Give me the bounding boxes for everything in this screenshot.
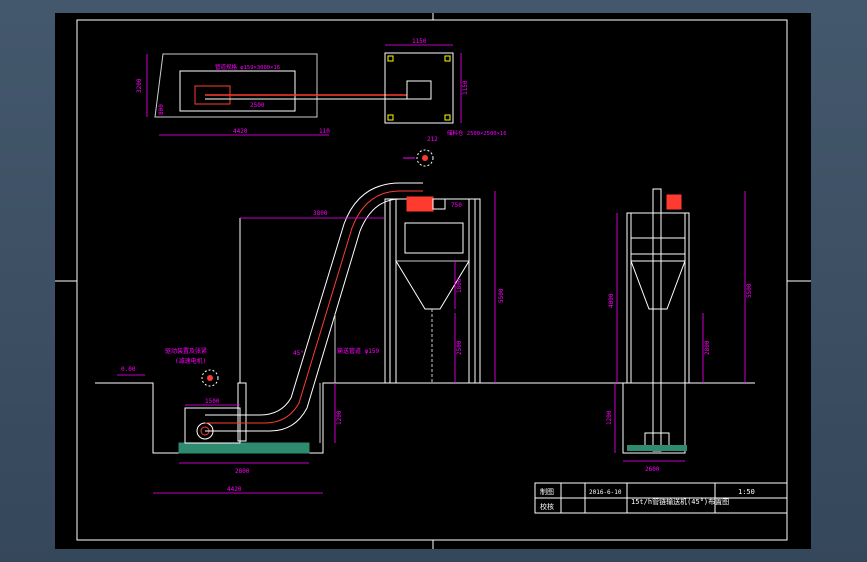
side-dim-pit-text: 1200 [606,410,613,425]
side-drive-base [644,432,670,448]
plan-hopper-dim-side: 1150 [462,80,469,95]
title-block: 制图 校核 2016-6-10 15t/h管链输送机(45°)布置图 1:50 [534,482,788,514]
side-dim-base-text: 2600 [645,466,660,473]
side-dim-total-height: 5500 [746,283,753,298]
tower-column [468,198,476,384]
elev-dim-total-height: 5500 [498,288,505,303]
plan-hopper-bolt [444,55,451,62]
title-scale: 1:50 [738,488,755,496]
plan-hopper-dim-small: 212 [427,136,438,143]
top-gearbox [432,198,446,210]
plan-hopper-bolt [387,114,394,121]
side-hopper-cone [630,260,686,310]
plan-note-top: 管道规格 φ159×3000×16 [215,63,280,71]
side-foundation [627,445,687,451]
elev-note-drive: 驱动装置及张紧 [165,347,207,355]
title-check-label: 校核 [540,502,554,511]
inlet-pipe [237,382,247,442]
plan-dim-right: 110 [319,128,330,135]
side-view: 5500 4000 2800 1200 2600 [575,188,755,473]
title-drawn-label: 制图 [540,487,554,496]
plan-dim-length: 4420 [233,128,248,135]
elev-angle: 45° [293,350,304,357]
tower-column [389,198,397,384]
plan-hopper [384,52,454,124]
elev-dim-base-long: 2800 [235,468,250,475]
elev-dim-base-short: 1500 [205,398,220,405]
cad-viewport: 4420 110 3200 800 2500 管道规格 φ159×3000×16… [0,0,867,562]
foundation-slab [178,442,310,454]
side-dim-mid-text: 2800 [704,340,711,355]
elev-dim-top-span: 3800 [313,210,328,217]
plan-dim-height: 3200 [136,78,143,93]
plan-drive-frame [179,70,296,112]
plan-dim-left-small: 800 [158,104,165,115]
hopper-upper [404,222,464,254]
elevation-view: 3800 750 5500 1800 2500 1200 1500 2800 4… [95,182,655,494]
plan-hopper-inner [406,80,432,100]
plan-pit-outline [154,53,318,118]
elev-dim-mid-height: 1800 [456,278,463,293]
side-ground-line [575,382,755,454]
side-vertical-pipe [652,188,662,452]
plan-dim-mid: 2500 [250,102,265,109]
drive-frame [184,407,241,444]
elev-note-pipe: 输送管道 φ159 [337,347,379,355]
side-motor [666,194,682,210]
side-dim-upper-text: 4000 [608,293,615,308]
plan-hopper-dim-top: 1150 [412,38,427,45]
elev-note-drive-sub: (减速电机) [175,357,206,365]
elev-dim-lower-height: 2500 [456,340,463,355]
plan-hopper-bolt [387,55,394,62]
plan-hopper-note: 储料仓 2500×2500×16 [447,129,507,137]
top-motor [406,196,434,212]
ground-level-mark: 0.00 [121,366,136,373]
drawing-sheet: 4420 110 3200 800 2500 管道规格 φ159×3000×16… [55,13,811,549]
title-date: 2016-6-10 [589,489,622,496]
detail-symbol-upper [403,149,434,167]
elev-dim-pit-depth: 1200 [336,410,343,425]
side-hopper-upper [630,237,686,255]
elev-dim-base-total: 4420 [227,486,242,493]
drawing-canvas: 4420 110 3200 800 2500 管道规格 φ159×3000×16… [55,13,811,549]
drawing-frame [76,19,788,541]
title-drawing-name: 15t/h管链输送机(45°)布置图 [631,497,729,506]
elev-dim-outlet: 750 [451,202,462,209]
plan-hopper-bolt [444,114,451,121]
plan-view: 4420 110 3200 800 2500 管道规格 φ159×3000×16… [136,38,507,143]
